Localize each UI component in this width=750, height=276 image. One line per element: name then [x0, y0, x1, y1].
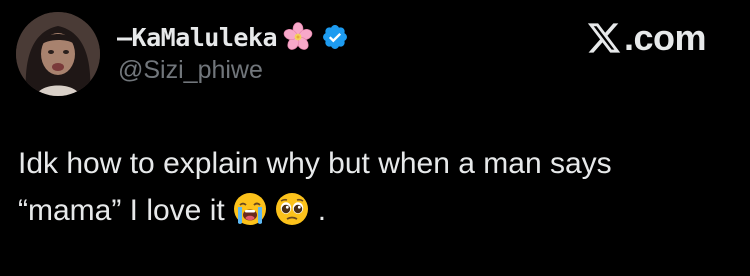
- x-logo-icon: [586, 20, 622, 56]
- display-name-row: —KaMaluleka: [117, 20, 349, 54]
- tweet-text-line-2-content: “mama” I love it: [18, 194, 225, 227]
- pleading-face-icon: [275, 192, 309, 226]
- tweet-text-line-2: “mama” I love it .: [18, 187, 718, 234]
- tweet-text: Idk how to explain why but when a man sa…: [18, 140, 718, 234]
- display-name[interactable]: —KaMaluleka: [117, 23, 278, 52]
- avatar[interactable]: [16, 12, 100, 96]
- avatar-image: [16, 12, 100, 96]
- tweet-card: —KaMaluleka @Sizi_phiwe .com Idk how to …: [0, 0, 750, 276]
- author-handle[interactable]: @Sizi_phiwe: [118, 56, 263, 85]
- tweet-text-line-1: Idk how to explain why but when a man sa…: [18, 147, 612, 180]
- loudly-crying-face-icon: [233, 192, 267, 226]
- cherry-blossom-icon: [283, 22, 313, 52]
- tweet-text-trailing: .: [317, 194, 327, 227]
- brand-text: .com: [623, 17, 707, 58]
- brand: .com: [586, 17, 707, 58]
- verified-badge-icon[interactable]: [321, 23, 349, 51]
